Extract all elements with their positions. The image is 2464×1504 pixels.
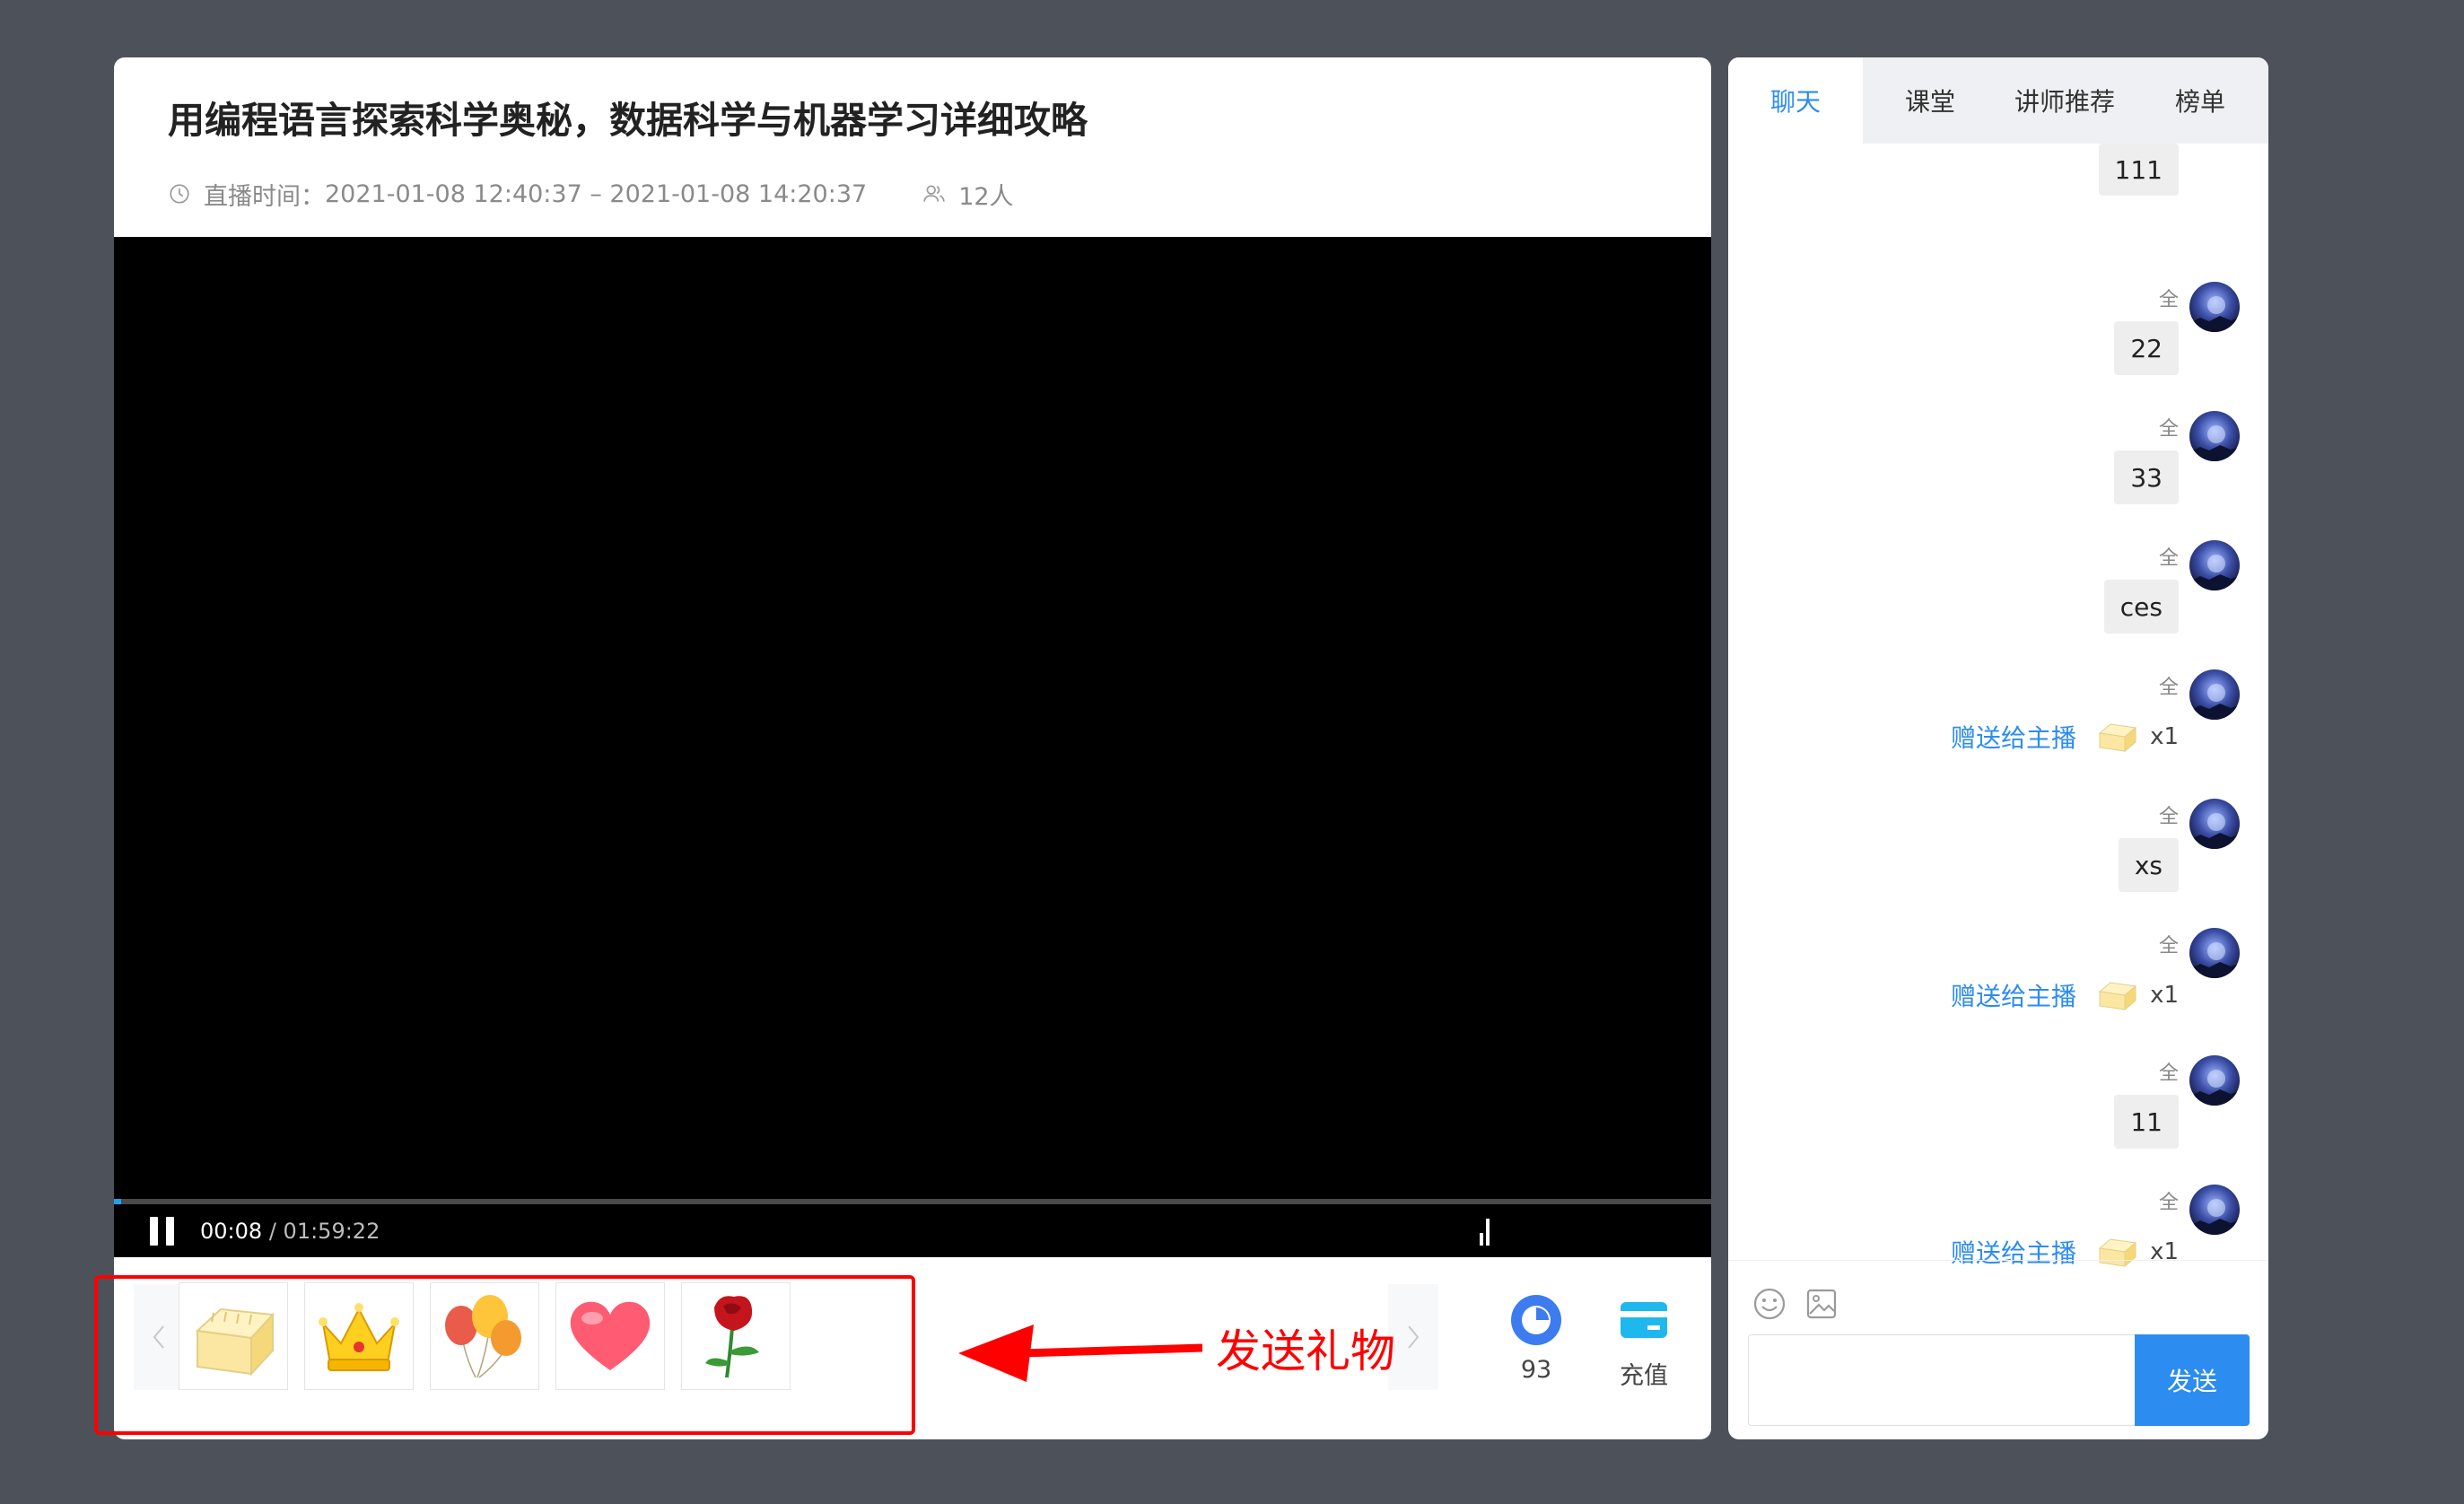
annotation-arrow xyxy=(958,1325,1202,1382)
gift-count: x1 xyxy=(2150,982,2179,1009)
emoji-icon[interactable] xyxy=(1752,1286,1787,1322)
sender-name: 全 xyxy=(2158,547,2179,570)
chat-message: 全 ces xyxy=(1728,540,2268,666)
message-bubble: xs xyxy=(2118,838,2179,892)
chat-message: 111 xyxy=(1728,144,2268,230)
sender-name: 全 xyxy=(2158,806,2179,828)
time-display: 00:08 / 01:59:22 xyxy=(200,1219,380,1244)
time-separator: / xyxy=(268,1219,276,1244)
coin-icon xyxy=(1511,1295,1561,1345)
gift-notice-text: 赠送给主播 xyxy=(1951,982,2077,1011)
annotation-label: 发送礼物 xyxy=(1216,1325,1395,1377)
avatar[interactable] xyxy=(2189,282,2240,332)
message-bubble: ces xyxy=(2103,580,2179,634)
chevron-right-icon xyxy=(1408,1325,1420,1349)
tab-chat[interactable]: 聊天 xyxy=(1728,57,1863,144)
recharge-label: 充值 xyxy=(1620,1362,1668,1390)
viewer-count-group: 12人 xyxy=(922,177,1014,212)
chat-input-area: 发送 xyxy=(1728,1260,2268,1439)
coin-balance[interactable]: 93 xyxy=(1496,1293,1577,1384)
live-time-label: 直播时间： xyxy=(204,182,325,211)
gift-notice-text: 赠送给主播 xyxy=(1951,723,2077,753)
chat-gift-message: 全 赠送给主播 x1 xyxy=(1728,928,2268,1054)
volume-icon[interactable] xyxy=(1478,1217,1496,1247)
avatar[interactable] xyxy=(2189,928,2240,978)
course-video-card: 用编程语言探索科学奥秘，数据科学与机器学习详细攻略 直播时间： 2021-01-… xyxy=(114,57,1711,1439)
tab-instructor-recommend[interactable]: 讲师推荐 xyxy=(1997,57,2132,144)
butter-gift-icon xyxy=(2098,982,2137,1011)
viewer-count: 12人 xyxy=(958,182,1014,211)
course-title: 用编程语言探索科学奥秘，数据科学与机器学习详细攻略 xyxy=(168,99,1088,142)
gift-next-button[interactable] xyxy=(1388,1284,1438,1390)
gift-count: x1 xyxy=(2150,723,2179,750)
users-icon xyxy=(923,185,945,202)
message-bubble: 11 xyxy=(2114,1095,2179,1149)
video-player[interactable]: 00:08 / 01:59:22 xyxy=(114,237,1711,1257)
annotation-highlight-box xyxy=(94,1275,915,1435)
avatar[interactable] xyxy=(2189,1055,2240,1106)
sender-name: 全 xyxy=(2158,418,2179,441)
live-time-range: 2021-01-08 12:40:37 – 2021-01-08 14:20:3… xyxy=(325,179,868,208)
message-bubble: 33 xyxy=(2114,450,2179,504)
sender-name: 全 xyxy=(2158,677,2179,699)
duration: 01:59:22 xyxy=(283,1219,380,1244)
butter-gift-icon xyxy=(2098,723,2137,753)
coin-balance-value: 93 xyxy=(1520,1356,1552,1384)
card-icon xyxy=(1621,1302,1667,1338)
current-time: 00:08 xyxy=(200,1219,263,1244)
avatar[interactable] xyxy=(2189,799,2240,849)
image-icon[interactable] xyxy=(1804,1286,1839,1322)
player-controls: 00:08 / 01:59:22 xyxy=(114,1204,1711,1257)
chat-message: 全 11 xyxy=(1728,1055,2268,1181)
message-bubble: 111 xyxy=(2098,144,2179,196)
chat-message-input[interactable] xyxy=(1748,1334,2136,1426)
clock-icon xyxy=(170,184,189,204)
message-bubble: 22 xyxy=(2114,321,2179,375)
gift-notice: 赠送给主播 x1 xyxy=(1951,971,2179,1019)
chat-tabs: 聊天 课堂 讲师推荐 榜单 xyxy=(1728,57,2268,144)
tab-classroom[interactable]: 课堂 xyxy=(1863,57,1997,144)
recharge-button[interactable]: 充值 xyxy=(1603,1293,1684,1391)
course-meta: 直播时间： 2021-01-08 12:40:37 – 2021-01-08 1… xyxy=(168,176,1014,212)
sender-name: 全 xyxy=(2158,1192,2179,1214)
chat-message: 全 33 xyxy=(1728,411,2268,537)
pause-button[interactable] xyxy=(150,1217,177,1246)
chat-message: 全 22 xyxy=(1728,282,2268,407)
sender-name: 全 xyxy=(2158,289,2179,311)
avatar[interactable] xyxy=(2189,669,2240,720)
avatar[interactable] xyxy=(2189,540,2240,590)
chat-panel: 聊天 课堂 讲师推荐 榜单 111 全 22 全 33 全 ces 全 赠送给主… xyxy=(1728,57,2268,1439)
gift-notice: 赠送给主播 x1 xyxy=(1951,713,2179,761)
send-button[interactable]: 发送 xyxy=(2135,1334,2250,1426)
avatar[interactable] xyxy=(2189,1185,2240,1235)
sender-name: 全 xyxy=(2158,935,2179,957)
tab-leaderboard[interactable]: 榜单 xyxy=(2132,57,2268,144)
chat-message-list[interactable]: 111 全 22 全 33 全 ces 全 赠送给主播 x1 全 xs 全 赠送… xyxy=(1728,144,2268,1317)
chat-message: 全 xs xyxy=(1728,799,2268,924)
avatar[interactable] xyxy=(2189,411,2240,461)
chat-gift-message: 全 赠送给主播 x1 xyxy=(1728,669,2268,795)
sender-name: 全 xyxy=(2158,1062,2179,1085)
